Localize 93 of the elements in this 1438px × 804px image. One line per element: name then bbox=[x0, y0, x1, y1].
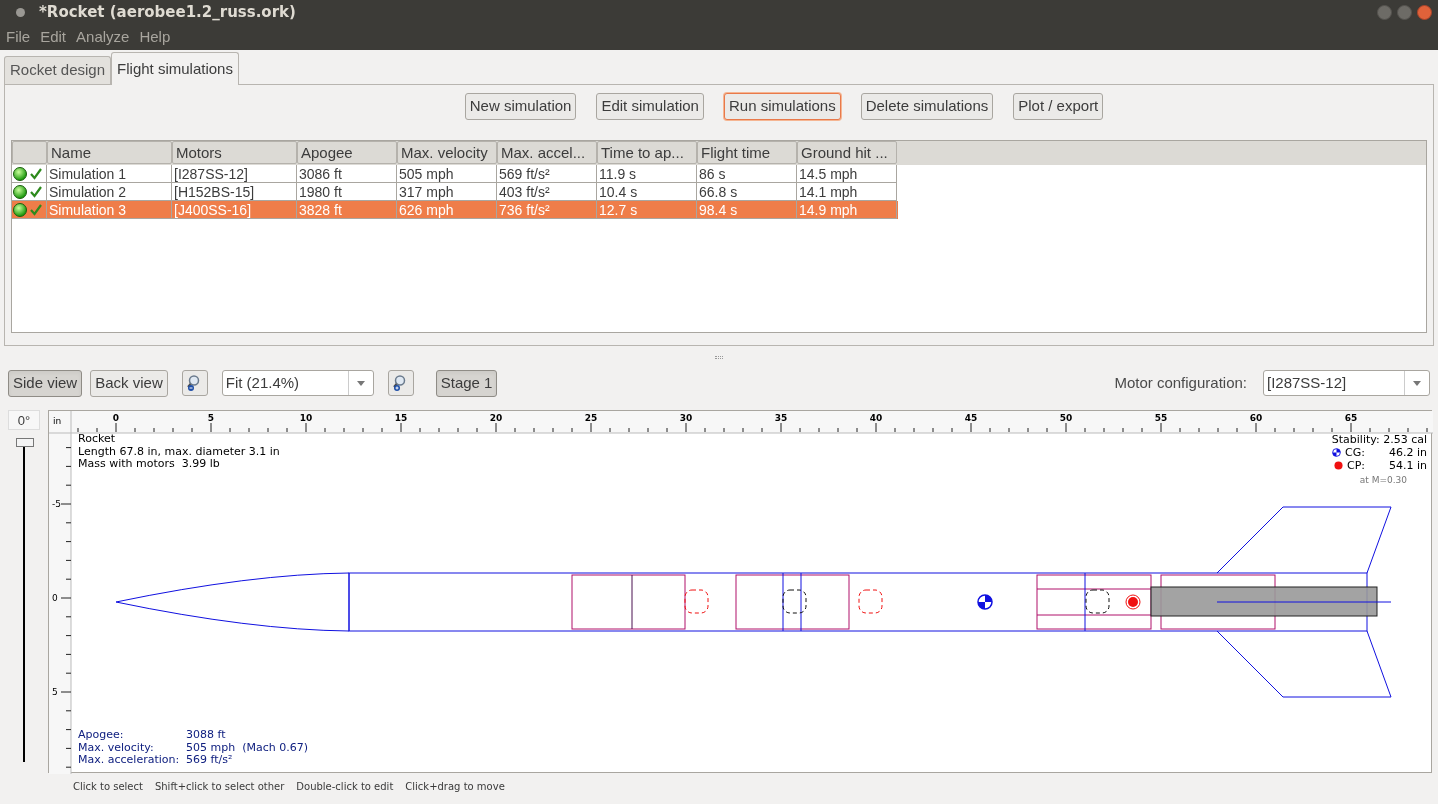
hint-text: Click to select bbox=[73, 780, 143, 794]
ruler-label: 25 bbox=[584, 413, 598, 423]
ruler-label: 35 bbox=[774, 413, 788, 423]
menu-item[interactable]: File bbox=[6, 26, 31, 49]
motor-configuration-dropdown[interactable]: [I287SS-12] bbox=[1263, 370, 1430, 396]
simulation-button[interactable]: Delete simulations bbox=[860, 93, 994, 120]
ruler-label: 0 bbox=[52, 593, 58, 603]
column-header[interactable]: Time to ap... bbox=[597, 141, 697, 164]
menu-item[interactable]: Help bbox=[139, 26, 171, 49]
status-light-icon bbox=[13, 202, 27, 217]
view-button[interactable]: Stage 1 bbox=[435, 369, 498, 397]
table-cell: 98.4 s bbox=[697, 201, 797, 219]
table-row[interactable]: Simulation 1 [I287SS-12] 3086 ft 505 mph 569 ft/s² 11.9 s 86 s 14.5 mph bbox=[12, 165, 898, 183]
flight-stat-value: 569 ft/s² bbox=[186, 754, 234, 767]
center-of-gravity-icon bbox=[1332, 448, 1342, 457]
stability-text: Stability: 2.53 cal bbox=[1331, 433, 1427, 446]
ruler-label: 65 bbox=[1344, 413, 1358, 423]
status-light-icon bbox=[13, 184, 27, 199]
ruler-label: 5 bbox=[52, 687, 58, 697]
ruler-label: 60 bbox=[1249, 413, 1263, 423]
checkmark-icon bbox=[30, 167, 42, 180]
tab[interactable]: Flight simulations bbox=[111, 52, 239, 85]
center-of-gravity-icon bbox=[977, 594, 993, 610]
checkmark-icon bbox=[30, 203, 42, 216]
checkmark-icon bbox=[30, 185, 42, 198]
column-header[interactable]: Apogee bbox=[297, 141, 397, 164]
column-header[interactable]: Max. velocity bbox=[397, 141, 497, 164]
ruler-label: 10 bbox=[299, 413, 313, 423]
ruler-label: 40 bbox=[869, 413, 883, 423]
mach-note: at M=0.30 bbox=[1359, 474, 1407, 487]
ruler-label: 45 bbox=[964, 413, 978, 423]
minimize-button[interactable] bbox=[1377, 5, 1392, 20]
dropdown-arrow-icon bbox=[356, 380, 365, 386]
rocket-info-text: Length 67.8 in, max. diameter 3.1 in bbox=[78, 445, 280, 458]
zoom-in-button[interactable] bbox=[387, 370, 414, 396]
table-cell: 12.7 s bbox=[597, 201, 697, 219]
simulation-button[interactable]: Plot / export bbox=[1013, 93, 1104, 120]
flight-stat-value: 3088 ft bbox=[186, 729, 227, 742]
status-light-icon bbox=[13, 166, 27, 181]
legend-value: 54.1 in bbox=[1387, 459, 1427, 472]
hint-text: Click+drag to move bbox=[405, 780, 505, 794]
flight-stat-label: Max. acceleration: bbox=[78, 754, 181, 767]
ruler-label: 5 bbox=[207, 413, 215, 423]
column-header[interactable]: Max. accel... bbox=[497, 141, 597, 164]
view-button[interactable]: Side view bbox=[8, 369, 83, 397]
table-cell: 626 mph bbox=[397, 201, 497, 219]
table-cell: 14.9 mph bbox=[797, 201, 897, 219]
zoom-out-button[interactable] bbox=[181, 370, 208, 396]
simulation-button[interactable]: Run simulations bbox=[723, 93, 841, 120]
menu-item[interactable]: Edit bbox=[40, 26, 67, 49]
table-cell: [J400SS-16] bbox=[172, 201, 297, 219]
hint-text: Shift+click to select other bbox=[154, 780, 285, 794]
rocket-info-text: Rocket bbox=[78, 433, 116, 446]
menu-item[interactable]: Analyze bbox=[76, 26, 130, 49]
simulation-button[interactable]: New simulation bbox=[464, 93, 577, 120]
column-header[interactable]: Ground hit ... bbox=[797, 141, 897, 164]
legend-label: CP: bbox=[1346, 459, 1365, 472]
ruler-label: 15 bbox=[394, 413, 408, 423]
column-header[interactable]: Motors bbox=[172, 141, 297, 164]
maximize-button[interactable] bbox=[1397, 5, 1412, 20]
ruler-label: 0 bbox=[112, 413, 120, 423]
table-cell: 736 ft/s² bbox=[497, 201, 597, 219]
window-menu-icon[interactable] bbox=[16, 8, 25, 17]
splitter-handle[interactable] bbox=[715, 355, 723, 359]
flight-stat-label: Max. velocity: bbox=[78, 741, 155, 754]
close-button[interactable] bbox=[1417, 5, 1432, 20]
flight-stat-label: Apogee: bbox=[78, 729, 125, 742]
ruler-label: in bbox=[53, 416, 62, 426]
column-header[interactable]: Flight time bbox=[697, 141, 797, 164]
ruler-label: 55 bbox=[1154, 413, 1168, 423]
ruler-label: -5 bbox=[52, 499, 61, 509]
rotation-reading: 0° bbox=[8, 410, 40, 430]
view-button[interactable]: Back view bbox=[90, 369, 168, 397]
ruler-label: 20 bbox=[489, 413, 503, 423]
ruler-label: 30 bbox=[679, 413, 693, 423]
dropdown-arrow-icon bbox=[1413, 380, 1421, 386]
ruler-label: 50 bbox=[1059, 413, 1073, 423]
rocket-info-text: Mass with motors 3.99 lb bbox=[78, 458, 221, 471]
window-title: *Rocket (aerobee1.2_russ.ork) bbox=[39, 2, 296, 24]
column-header[interactable]: Name bbox=[47, 141, 172, 164]
flight-stat-value: 505 mph (Mach 0.67) bbox=[186, 741, 308, 754]
table-row[interactable]: Simulation 2 [H152BS-15] 1980 ft 317 mph 403 ft/s² 10.4 s 66.8 s 14.1 mph bbox=[12, 183, 898, 201]
table-cell: 3828 ft bbox=[297, 201, 397, 219]
legend-value: 46.2 in bbox=[1387, 446, 1427, 459]
zoom-dropdown[interactable]: Fit (21.4%) bbox=[221, 370, 374, 396]
tab[interactable]: Rocket design bbox=[4, 56, 112, 84]
legend-label: CG: bbox=[1345, 446, 1365, 459]
center-of-pressure-icon bbox=[1125, 594, 1141, 610]
hint-text: Double-click to edit bbox=[296, 780, 394, 794]
simulation-button[interactable]: Edit simulation bbox=[596, 93, 704, 120]
center-of-pressure-icon bbox=[1333, 461, 1343, 470]
table-cell: Simulation 3 bbox=[47, 201, 172, 219]
motor-configuration-label: Motor configuration: bbox=[1114, 372, 1247, 393]
